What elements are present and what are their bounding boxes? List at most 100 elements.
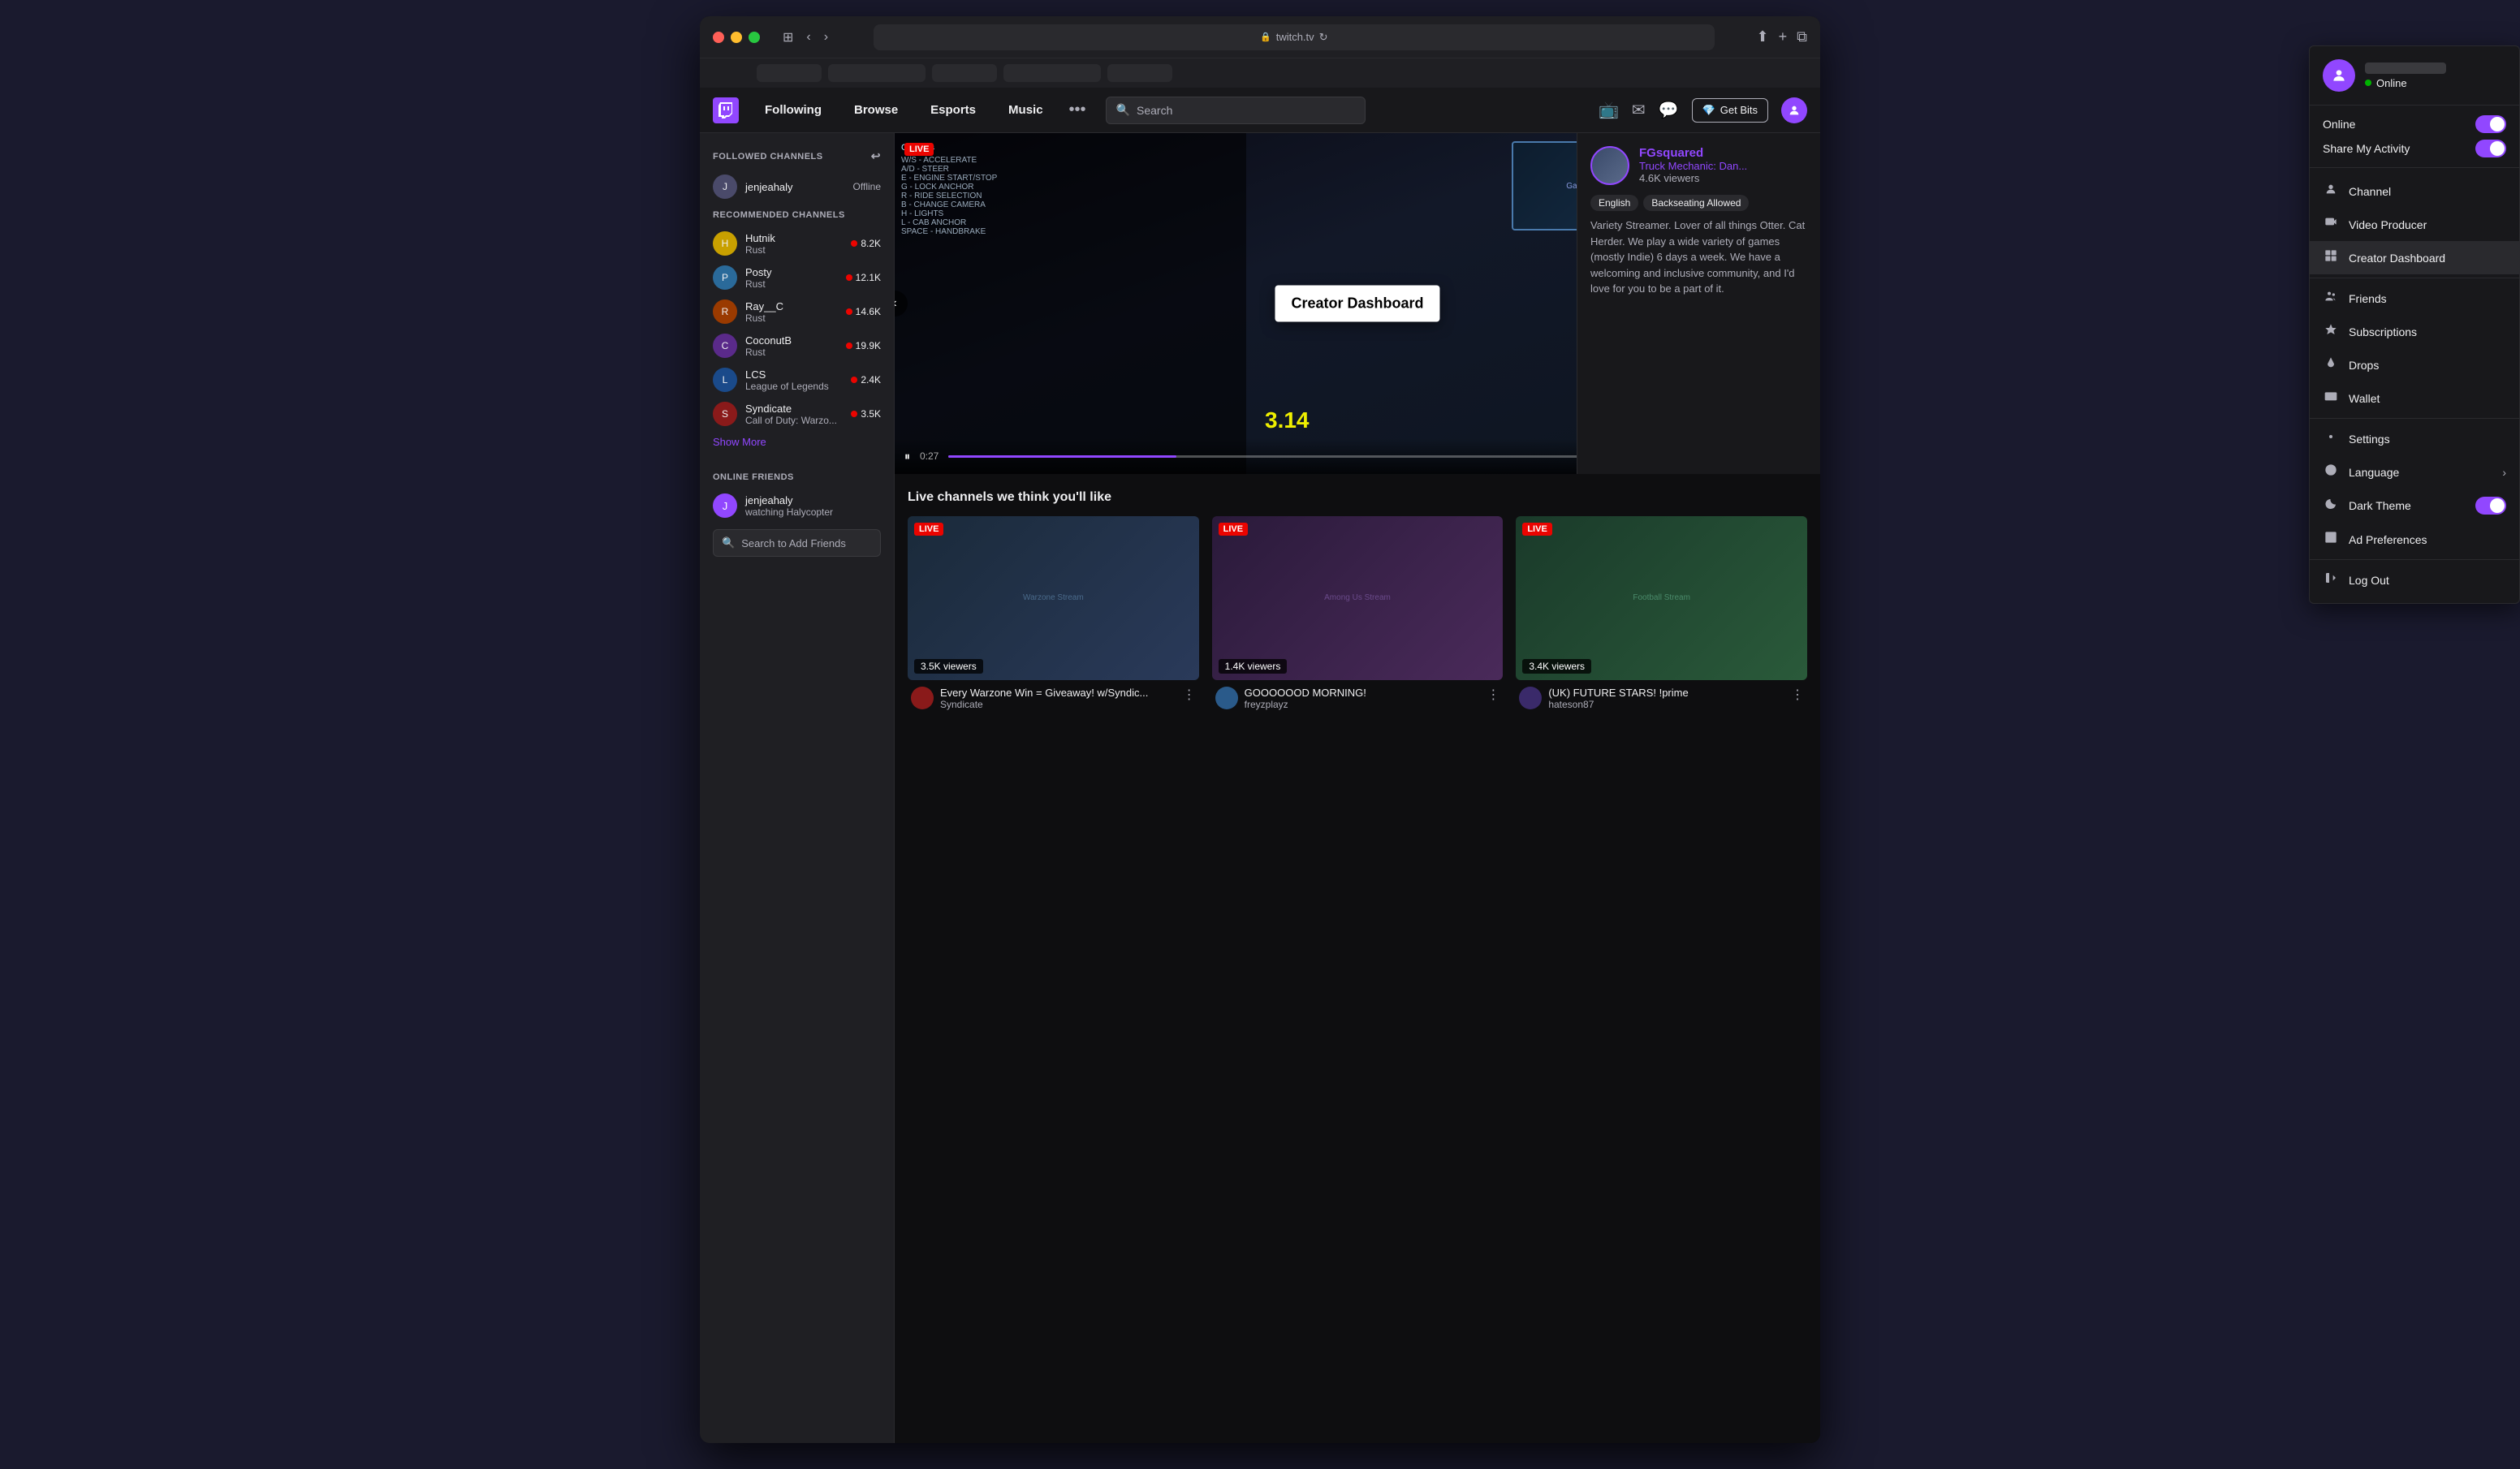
avatar: S [713,402,737,426]
avatar: L [713,368,737,392]
channel-name: jenjeahaly [745,181,845,193]
forward-button[interactable]: › [821,27,831,48]
minimize-button[interactable] [731,32,742,43]
maximize-button[interactable] [749,32,760,43]
user-avatar-button[interactable] [1781,97,1807,123]
twitch-logo[interactable] [713,97,739,123]
sidebar-channel-hutnik[interactable]: H Hutnik Rust 8.2K [700,226,894,261]
time-display: 0:27 [920,450,939,462]
streamer-avatar [1590,146,1629,185]
sidebar-channel-lcs[interactable]: L LCS League of Legends 2.4K [700,363,894,397]
channel-thumb-1: Among Us Stream LIVE 1.4K viewers [1212,516,1504,680]
viewer-badge-1: 1.4K viewers [1219,659,1288,674]
tab-5[interactable] [1107,64,1172,82]
card-more-button-0[interactable]: ⋮ [1183,687,1196,703]
channel-card-1[interactable]: Among Us Stream LIVE 1.4K viewers GOOOOO… [1212,516,1504,710]
search-friends-input[interactable]: 🔍 Search to Add Friends [713,529,881,557]
nav-esports[interactable]: Esports [924,100,982,120]
viewer-count: 12.1K [846,272,881,283]
tab-3[interactable] [932,64,997,82]
tab-1[interactable] [757,64,822,82]
bits-gem-icon: 💎 [1702,104,1715,117]
browser-actions: ⬆ + ⧉ [1757,28,1807,45]
tag-backseating[interactable]: Backseating Allowed [1643,195,1749,211]
tab-4[interactable] [1003,64,1101,82]
activity-feed-icon[interactable]: 📺 [1599,100,1619,120]
tabs-icon[interactable]: ⧉ [1797,28,1807,45]
show-more-button[interactable]: Show More [700,431,894,453]
sidebar-channel-posty[interactable]: P Posty Rust 12.1K [700,261,894,295]
stream-game[interactable]: Truck Mechanic: Dan... [1639,160,1747,172]
tag-english[interactable]: English [1590,195,1638,211]
stream-channel-2: hateson87 [1548,699,1688,710]
sidebar-channel-coconutb[interactable]: C CoconutB Rust 19.9K [700,329,894,363]
streamer-name[interactable]: FGsquared [1639,146,1747,160]
get-bits-button[interactable]: 💎 Get Bits [1692,98,1768,123]
friend-avatar: J [713,493,737,518]
channel-name: CoconutB [745,334,838,347]
refresh-icon[interactable]: ↻ [1319,31,1328,44]
nav-right: 📺 ✉ 💬 💎 Get Bits [1599,97,1807,123]
search-friends-placeholder: Search to Add Friends [741,537,846,549]
recommended-header: RECOMMENDED CHANNELS [700,204,894,226]
body-layout: FOLLOWED CHANNELS ↩ J jenjeahaly Offline… [700,133,1820,1443]
notifications-icon[interactable]: ✉ [1632,100,1646,120]
viewer-count: 19.9K [846,340,881,351]
nav-following[interactable]: Following [758,100,828,120]
new-tab-icon[interactable]: + [1779,28,1788,45]
stream-viewers: 4.6K viewers [1639,172,1747,184]
stream-channel-0: Syndicate [940,699,1148,710]
card-text-2: (UK) FUTURE STARS! !prime hateson87 [1548,687,1688,710]
avatar: C [713,334,737,358]
tab-bar [700,58,1820,88]
channel-card-2[interactable]: Football Stream LIVE 3.4K viewers (UK) F… [1516,516,1807,710]
sidebar-channel-rayc[interactable]: R Ray__C Rust 14.6K [700,295,894,329]
friend-activity: watching Halycopter [745,506,881,518]
card-info-1: GOOOOOOD MORNING! freyzplayz ⋮ [1212,680,1504,710]
share-icon[interactable]: ⬆ [1757,28,1769,45]
card-text-1: GOOOOOOD MORNING! freyzplayz [1245,687,1366,710]
channels-grid: Warzone Stream LIVE 3.5K viewers Every W… [908,516,1807,710]
nav-music[interactable]: Music [1002,100,1050,120]
search-bar[interactable]: 🔍 Search [1106,97,1366,124]
card-info-0: Every Warzone Win = Giveaway! w/Syndic..… [908,680,1199,710]
card-more-button-1[interactable]: ⋮ [1487,687,1499,703]
online-friends-section: ONLINE FRIENDS J jenjeahaly watching Hal… [700,466,894,557]
sidebar-channel-jenjeahaly[interactable]: J jenjeahaly Offline [700,170,894,204]
viewer-count: 14.6K [846,306,881,317]
channel-thumb-2: Football Stream LIVE 3.4K viewers [1516,516,1807,680]
back-button[interactable]: ‹ [803,27,813,48]
main-content: Controls W/S - ACCELERATE A/D - STEER E … [895,133,1820,1443]
address-bar[interactable]: 🔒 twitch.tv ↻ [874,24,1714,50]
card-more-button-2[interactable]: ⋮ [1791,687,1804,703]
friend-name: jenjeahaly [745,494,881,506]
sidebar-channel-syndicate[interactable]: S Syndicate Call of Duty: Warzo... 3.5K [700,397,894,431]
viewer-badge-0: 3.5K viewers [914,659,983,674]
card-avatar-2 [1519,687,1542,709]
online-friends-header: ONLINE FRIENDS [700,466,894,489]
pause-button[interactable]: ⏸ [904,450,910,463]
tab-2[interactable] [828,64,926,82]
friend-item-jenjeahaly[interactable]: J jenjeahaly watching Halycopter [700,489,894,523]
live-channels-section: Live channels we think you'll like Warzo… [895,474,1820,726]
stream-info-panel: FGsquared Truck Mechanic: Dan... 4.6K vi… [1577,133,1820,474]
url-text: twitch.tv [1276,31,1314,43]
nav-browse[interactable]: Browse [848,100,904,120]
stream-title-1: GOOOOOOD MORNING! [1245,687,1366,699]
viewer-count: 2.4K [851,374,881,386]
offline-status: Offline [853,181,881,192]
close-button[interactable] [713,32,724,43]
inbox-icon[interactable]: 💬 [1659,100,1679,120]
channel-name: Syndicate [745,403,843,415]
stream-channel-1: freyzplayz [1245,699,1366,710]
stream-section: Controls W/S - ACCELERATE A/D - STEER E … [895,133,1820,474]
recommended-label: RECOMMENDED CHANNELS [713,210,845,220]
channel-game: Rust [745,278,838,290]
viewer-count: 3.5K [851,408,881,420]
channel-card-0[interactable]: Warzone Stream LIVE 3.5K viewers Every W… [908,516,1199,710]
title-bar: ⊞ ‹ › 🔒 twitch.tv ↻ ⬆ + ⧉ [700,16,1820,58]
nav-more[interactable]: ••• [1069,101,1086,119]
live-badge-0: LIVE [914,523,943,536]
mac-window: ⊞ ‹ › 🔒 twitch.tv ↻ ⬆ + ⧉ [700,16,1820,1443]
sidebar-collapse-button[interactable]: ↩ [871,149,881,163]
